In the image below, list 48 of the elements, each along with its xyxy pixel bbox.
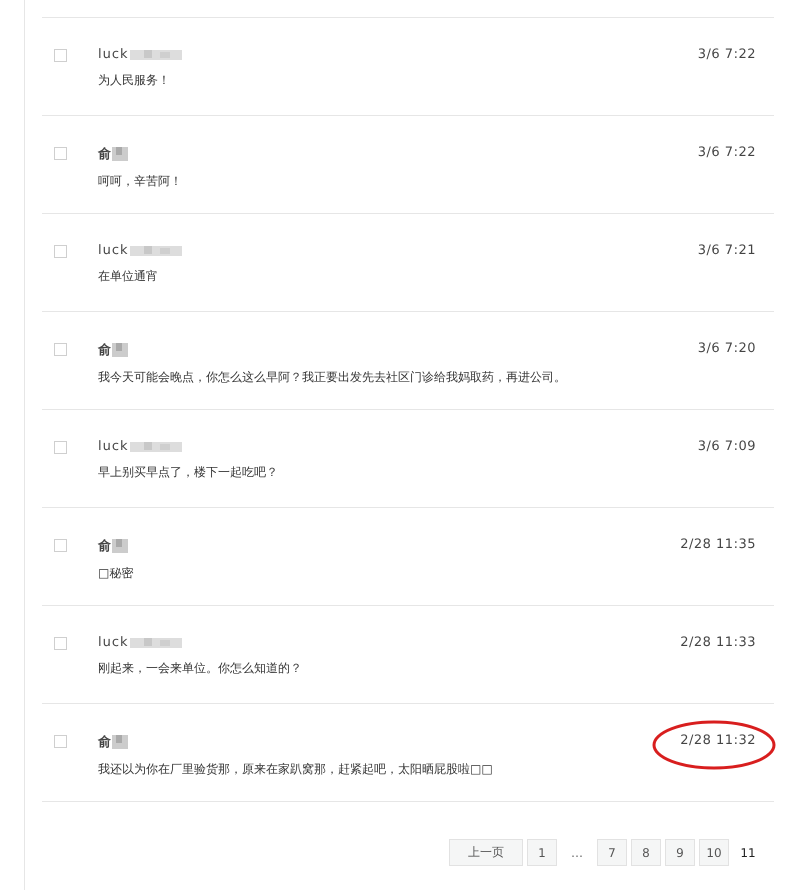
checkbox[interactable] bbox=[54, 245, 67, 258]
message-text: 刚起来，一会来单位。你怎么知道的？ bbox=[98, 660, 303, 677]
message-text: □秘密 bbox=[98, 565, 134, 582]
message-row[interactable]: luck 在单位通宵 3/6 7:21 bbox=[42, 213, 774, 311]
sender-name: luck bbox=[98, 47, 129, 62]
checkbox[interactable] bbox=[54, 441, 67, 454]
checkbox[interactable] bbox=[54, 343, 67, 356]
sender-name: luck bbox=[98, 243, 129, 258]
checkbox[interactable] bbox=[54, 147, 67, 160]
sender-name: luck bbox=[98, 439, 129, 454]
message-text: 我今天可能会晚点，你怎么这么早阿？我正要出发先去社区门诊给我妈取药，再进公司。 bbox=[98, 369, 567, 386]
message-text: 早上别买早点了，楼下一起吃吧？ bbox=[98, 464, 279, 481]
sender-name: 俞 bbox=[98, 146, 111, 163]
sender-name: 俞 bbox=[98, 342, 111, 359]
checkbox[interactable] bbox=[54, 539, 67, 552]
message-text: 在单位通宵 bbox=[98, 268, 159, 285]
message-row[interactable]: 俞 我今天可能会晚点，你怎么这么早阿？我正要出发先去社区门诊给我妈取药，再进公司。 3/6 7:20 bbox=[42, 311, 774, 409]
sender-name: luck bbox=[98, 635, 129, 650]
message-time: 3/6 7:22 bbox=[698, 145, 756, 162]
page-button[interactable]: 11 bbox=[733, 839, 763, 866]
page-button[interactable]: 上一页 bbox=[449, 839, 523, 866]
message-text: 我还以为你在厂里验货那，原来在家趴窝那，赶紧起吧，太阳晒屁股啦□□ bbox=[98, 761, 494, 778]
sender-name: 俞 bbox=[98, 734, 111, 751]
message-time: 2/28 11:35 bbox=[680, 537, 756, 554]
message-row[interactable]: 俞 我还以为你在厂里验货那，原来在家趴窝那，赶紧起吧，太阳晒屁股啦□□ 2/28 11:32 bbox=[42, 703, 774, 801]
sender-name: 俞 bbox=[98, 538, 111, 555]
message-time: 2/28 11:32 bbox=[680, 733, 756, 750]
checkbox[interactable] bbox=[54, 49, 67, 62]
page-button[interactable]: 9 bbox=[665, 839, 695, 866]
page-button[interactable]: 10 bbox=[699, 839, 729, 866]
ellipsis: … bbox=[570, 846, 584, 860]
message-time: 3/6 7:09 bbox=[698, 439, 756, 456]
message-row[interactable]: 俞 呵呵，辛苦阿！ 3/6 7:22 bbox=[42, 115, 774, 213]
page-button[interactable]: 8 bbox=[631, 839, 661, 866]
message-row[interactable]: 俞 □秘密 2/28 11:35 bbox=[42, 507, 774, 605]
message-text: 为人民服务！ bbox=[98, 72, 171, 89]
message-row[interactable]: luck 早上别买早点了，楼下一起吃吧？ 3/6 7:09 bbox=[42, 409, 774, 507]
checkbox[interactable] bbox=[54, 735, 67, 748]
page-button[interactable]: 7 bbox=[597, 839, 627, 866]
page-button[interactable]: 1 bbox=[527, 839, 557, 866]
message-time: 3/6 7:21 bbox=[698, 243, 756, 260]
message-row[interactable]: luck 为人民服务！ 3/6 7:22 bbox=[42, 17, 774, 115]
checkbox[interactable] bbox=[54, 637, 67, 650]
message-text: 呵呵，辛苦阿！ bbox=[98, 173, 183, 190]
message-time: 3/6 7:22 bbox=[698, 47, 756, 64]
message-row[interactable]: luck 刚起来，一会来单位。你怎么知道的？ 2/28 11:33 bbox=[42, 605, 774, 703]
message-time: 3/6 7:20 bbox=[698, 341, 756, 358]
message-time: 2/28 11:33 bbox=[680, 635, 756, 652]
